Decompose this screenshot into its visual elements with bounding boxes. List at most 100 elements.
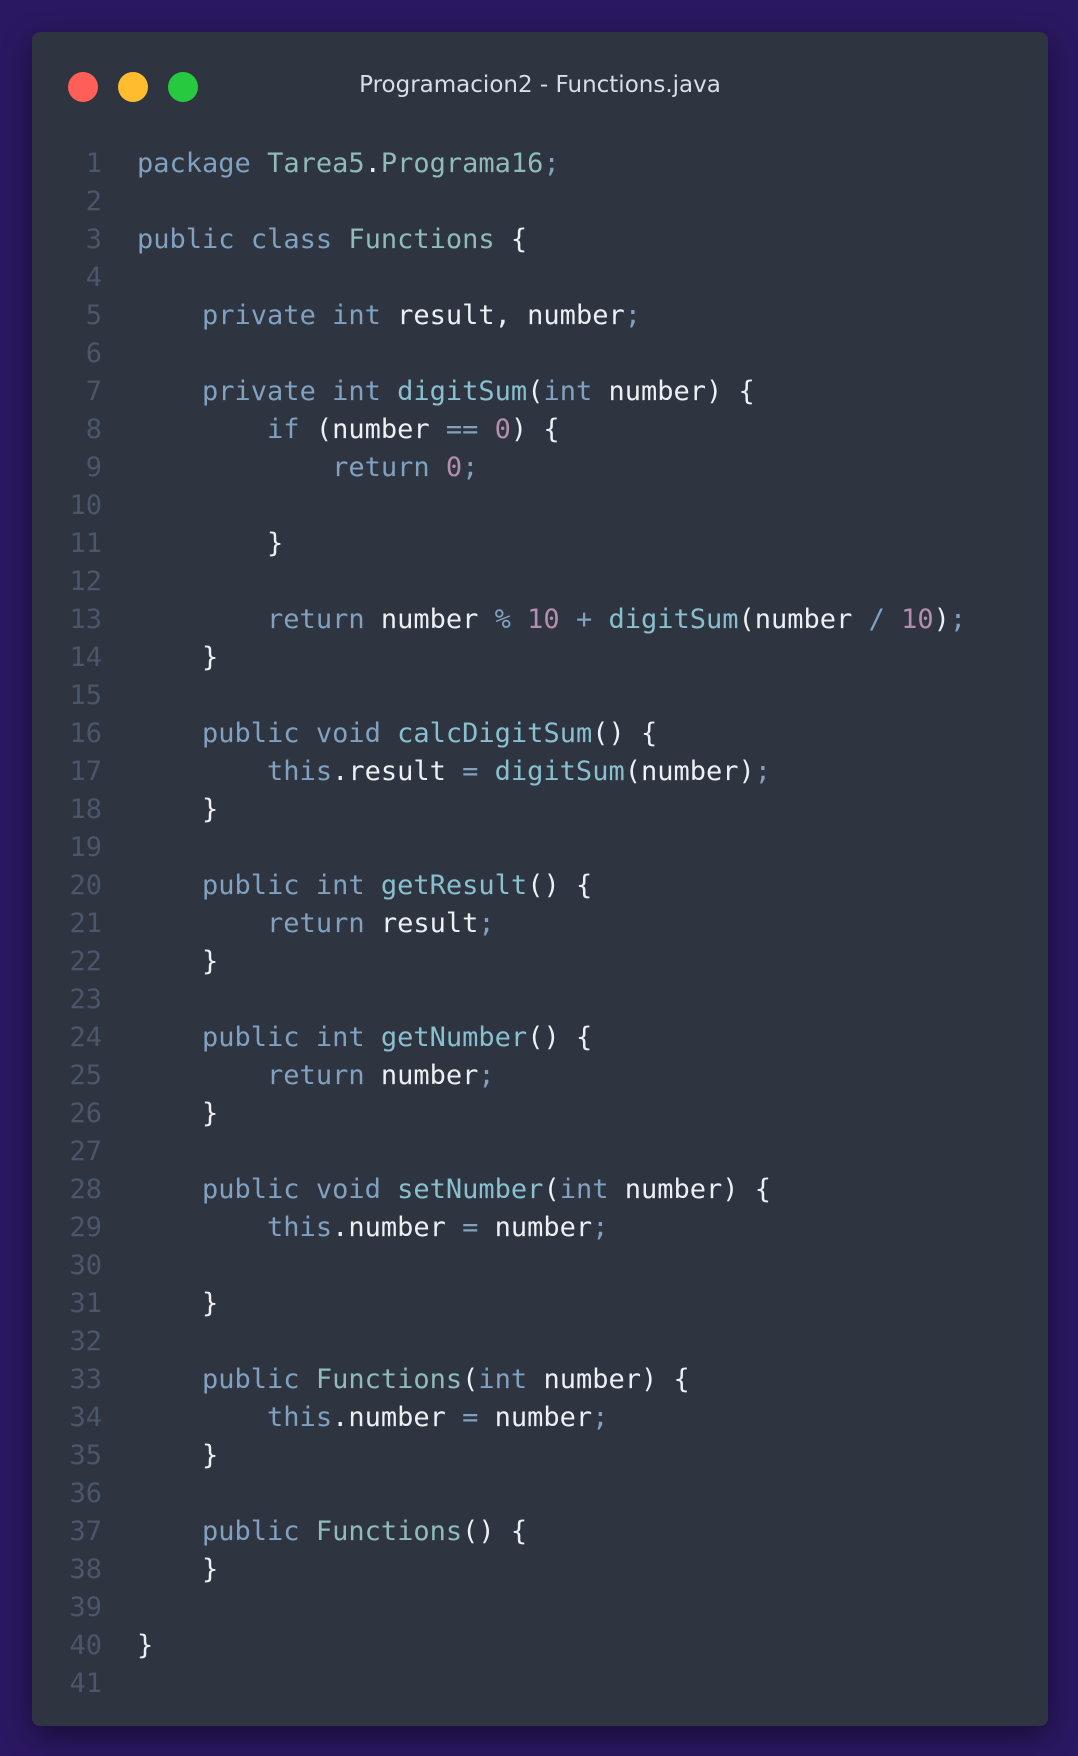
code-token: }: [137, 1554, 219, 1585]
line-number: 21: [69, 908, 102, 939]
code-line[interactable]: 20 public int getResult() {: [32, 867, 1048, 905]
code-token: ;: [624, 300, 641, 331]
code-line[interactable]: 8 if (number == 0) {: [32, 411, 1048, 449]
code-token: 10: [901, 604, 934, 635]
code-line[interactable]: 34 this.number = number;: [32, 1399, 1048, 1437]
code-token: private: [202, 300, 316, 331]
code-line[interactable]: 19: [32, 829, 1048, 867]
code-line[interactable]: 21 return result;: [32, 905, 1048, 943]
code-line[interactable]: 16 public void calcDigitSum() {: [32, 715, 1048, 753]
code-text: return result;: [137, 905, 495, 943]
code-token: ;: [949, 604, 967, 635]
code-line[interactable]: 32: [32, 1323, 1048, 1361]
line-number: 33: [69, 1364, 102, 1395]
code-text: return 0;: [137, 449, 478, 487]
code-token: getNumber: [380, 1022, 528, 1053]
code-token: (number: [299, 414, 446, 445]
code-token: ;: [592, 1402, 609, 1433]
code-token: number: [364, 1060, 479, 1091]
code-line[interactable]: 41: [32, 1665, 1048, 1703]
code-text: }: [137, 1285, 218, 1323]
code-line[interactable]: 1 package Tarea5.Programa16;: [32, 145, 1048, 183]
code-line[interactable]: 10: [32, 487, 1048, 525]
code-token: }: [137, 1288, 219, 1319]
code-editor[interactable]: 1 package Tarea5.Programa16; 2 3 public clas…: [32, 145, 1048, 1703]
code-line[interactable]: 14 }: [32, 639, 1048, 677]
code-line[interactable]: 27: [32, 1133, 1048, 1171]
code-line[interactable]: 33 public Functions(int number) {: [32, 1361, 1048, 1399]
code-token: ;: [462, 452, 479, 483]
code-line[interactable]: 9 return 0;: [32, 449, 1048, 487]
code-token: ;: [543, 148, 560, 179]
code-token: int: [332, 376, 381, 407]
line-number: 39: [69, 1592, 102, 1623]
code-text: package Tarea5.Programa16;: [137, 145, 560, 183]
code-line[interactable]: 38 }: [32, 1551, 1048, 1589]
line-number: 9: [85, 452, 102, 483]
code-token: /: [868, 604, 885, 635]
code-line[interactable]: 12: [32, 563, 1048, 601]
line-number: 34: [69, 1402, 102, 1433]
code-line[interactable]: 15: [32, 677, 1048, 715]
code-token: int: [478, 1364, 528, 1395]
code-line[interactable]: 36: [32, 1475, 1048, 1513]
code-token: public: [202, 1516, 300, 1547]
line-number: 32: [69, 1326, 102, 1357]
code-text: private int digitSum(int number) {: [137, 373, 755, 411]
code-line[interactable]: 13 return number % 10 + digitSum(number …: [32, 601, 1048, 639]
code-token: this: [267, 1402, 333, 1433]
line-number: 29: [69, 1212, 102, 1243]
code-line[interactable]: 17 this.result = digitSum(number);: [32, 753, 1048, 791]
code-token: public: [202, 870, 300, 901]
code-line[interactable]: 40}: [32, 1627, 1048, 1665]
line-number: 14: [69, 642, 102, 673]
code-token: .number: [332, 1402, 463, 1433]
line-number: 26: [69, 1098, 102, 1129]
code-line[interactable]: 26 }: [32, 1095, 1048, 1133]
code-line[interactable]: 35 }: [32, 1437, 1048, 1475]
code-line[interactable]: 28 public void setNumber(int number) {: [32, 1171, 1048, 1209]
code-line[interactable]: 11 }: [32, 525, 1048, 563]
code-line[interactable]: 2: [32, 183, 1048, 221]
line-number: 38: [69, 1554, 102, 1585]
code-line[interactable]: 23: [32, 981, 1048, 1019]
code-token: () {: [462, 1516, 528, 1547]
code-token: class: [250, 224, 333, 255]
code-line[interactable]: 6: [32, 335, 1048, 373]
code-window: Programacion2 - Functions.java 1 package …: [32, 32, 1048, 1726]
line-number: 37: [69, 1516, 102, 1547]
code-line[interactable]: 3 public class Functions {: [32, 221, 1048, 259]
code-line[interactable]: 18 }: [32, 791, 1048, 829]
line-number: 2: [85, 186, 102, 217]
line-number: 5: [85, 300, 102, 331]
code-token: Functions: [348, 224, 495, 255]
code-line[interactable]: 37 public Functions() {: [32, 1513, 1048, 1551]
code-token: =: [462, 756, 479, 787]
code-token: Functions: [315, 1516, 463, 1547]
code-token: return: [267, 908, 365, 939]
code-line[interactable]: 4: [32, 259, 1048, 297]
code-line[interactable]: 29 this.number = number;: [32, 1209, 1048, 1247]
code-token: int: [315, 870, 365, 901]
code-line[interactable]: 30: [32, 1247, 1048, 1285]
code-line[interactable]: 31 }: [32, 1285, 1048, 1323]
code-token: {: [494, 224, 528, 255]
code-text: if (number == 0) {: [137, 411, 560, 449]
code-line[interactable]: 25 return number;: [32, 1057, 1048, 1095]
line-number: 23: [69, 984, 102, 1015]
line-number: 16: [69, 718, 102, 749]
code-line[interactable]: 7 private int digitSum(int number) {: [32, 373, 1048, 411]
code-text: }: [137, 639, 218, 677]
code-token: public: [137, 224, 235, 255]
code-line[interactable]: 39: [32, 1589, 1048, 1627]
code-line[interactable]: 24 public int getNumber() {: [32, 1019, 1048, 1057]
code-line[interactable]: 5 private int result, number;: [32, 297, 1048, 335]
code-line[interactable]: 22 }: [32, 943, 1048, 981]
